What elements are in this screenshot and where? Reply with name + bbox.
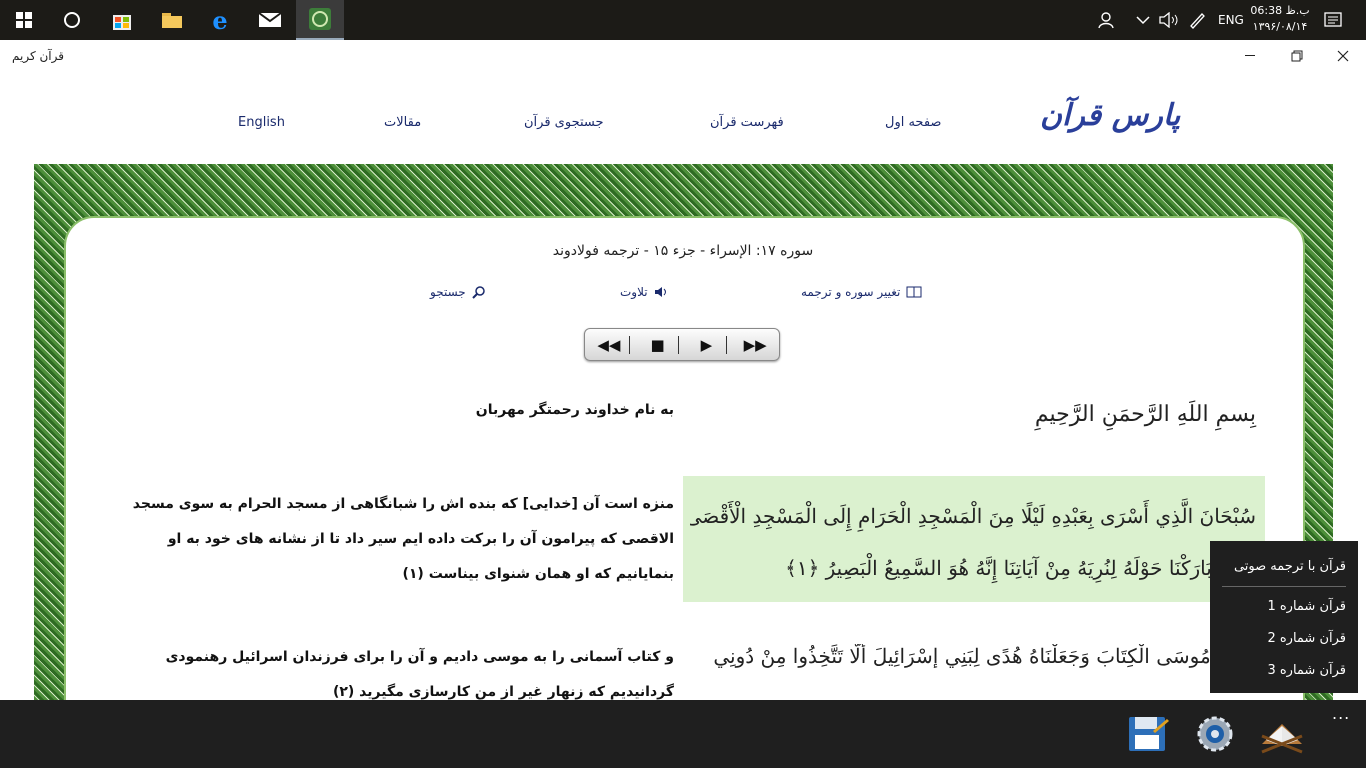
start-button[interactable] — [0, 0, 48, 40]
nav-english-link[interactable]: English — [238, 115, 285, 130]
magnifier-icon — [471, 286, 485, 299]
bismillah-arabic: بِسمِ اللَهِ الرَّحمَنِ الرَّحِيمِ — [1034, 402, 1256, 427]
change-label: تغییر سوره و ترجمه — [801, 285, 901, 299]
site-logo[interactable]: پارس قرآن — [1040, 98, 1180, 133]
search-label: جستجو — [430, 285, 466, 299]
menu-item-quran-3[interactable]: قرآن شماره 3 — [1222, 663, 1346, 678]
menu-item-quran-2[interactable]: قرآن شماره 2 — [1222, 631, 1346, 646]
menu-separator — [1222, 586, 1346, 587]
mail-button[interactable] — [246, 0, 294, 40]
app-command-bar: ... — [0, 700, 1366, 768]
floppy-disk-icon — [1129, 717, 1169, 751]
pen-icon[interactable] — [1188, 0, 1206, 40]
clock-time: 06:38 ب.ظ — [1250, 4, 1310, 17]
window-titlebar: قرآن کریم — [0, 40, 1366, 72]
edge-icon: e — [212, 5, 228, 35]
nav-articles-link[interactable]: مقالات — [384, 115, 421, 130]
quran-app-taskbar-button[interactable] — [296, 0, 344, 40]
nav-search-link[interactable]: جستجوی قرآن — [524, 115, 604, 130]
nav-home-link[interactable]: صفحه اول — [885, 115, 941, 130]
window-title: قرآن کریم — [12, 49, 64, 63]
more-options-button[interactable]: ... — [1332, 704, 1350, 723]
search-link[interactable]: جستجو — [430, 285, 486, 299]
volume-icon[interactable] — [1158, 0, 1180, 40]
minimize-button[interactable] — [1228, 40, 1274, 72]
settings-button[interactable] — [1193, 712, 1237, 756]
taskbar-clock[interactable]: 06:38 ب.ظ ۱۳۹۶/۰۸/۱۴ — [1250, 3, 1310, 35]
verse-1-arabic-line1: سُبْحَانَ الَّذِي أَسْرَى بِعَبْدِهِ لَي… — [690, 504, 1256, 528]
previous-button[interactable]: ◀◀ — [589, 335, 630, 354]
quran-book-button[interactable] — [1260, 712, 1304, 756]
cortana-circle-icon — [64, 12, 80, 28]
audio-translation-menu: قرآن با ترجمه صوتی قرآن شماره 1 قرآن شما… — [1210, 541, 1358, 693]
windows-taskbar: e ENG 06:38 ب.ظ ۱۳۹۶/۰۸/۱۴ — [0, 0, 1366, 40]
restore-button[interactable] — [1274, 40, 1320, 72]
gear-icon — [1197, 716, 1233, 752]
cortana-button[interactable] — [48, 0, 96, 40]
nav-index-link[interactable]: فهرست قرآن — [710, 115, 784, 130]
verse-2-translation: و کتاب آسمانی را به موسی دادیم و آن را ب… — [165, 649, 674, 700]
recite-label: تلاوت — [620, 285, 648, 299]
clock-date: ۱۳۹۶/۰۸/۱۴ — [1252, 20, 1308, 33]
store-button[interactable] — [98, 0, 146, 40]
store-bag-icon — [113, 15, 131, 30]
mail-envelope-icon — [258, 12, 282, 27]
action-center-icon[interactable] — [1323, 0, 1343, 40]
change-surah-translation-link[interactable]: تغییر سوره و ترجمه — [801, 285, 922, 299]
people-icon[interactable] — [1098, 0, 1118, 40]
book-icon — [906, 286, 922, 298]
input-language[interactable]: ENG — [1218, 0, 1244, 40]
edge-button[interactable]: e — [196, 0, 244, 40]
quran-stand-icon — [1261, 724, 1303, 754]
surah-title: سوره ۱۷: الإسراء - جزء ۱۵ - ترجمه فولادو… — [552, 243, 814, 259]
windows-logo-icon — [16, 12, 32, 28]
close-icon — [1337, 50, 1349, 62]
verse-2-arabic: وَآتَيْنَا مُوسَى الْكِتَابَ وَجَعَلْنَا… — [713, 644, 1256, 668]
menu-header: قرآن با ترجمه صوتی — [1233, 559, 1346, 574]
save-button[interactable] — [1126, 712, 1170, 756]
file-explorer-button[interactable] — [148, 0, 196, 40]
folder-icon — [162, 13, 182, 28]
show-hidden-icons-chevron-icon[interactable] — [1136, 0, 1150, 40]
verse-1-arabic-line2: الَّذِي بَارَكْنَا حَوْلَهُ لِنُرِيَهُ م… — [785, 556, 1256, 580]
minimize-icon — [1245, 55, 1255, 56]
close-button[interactable] — [1320, 40, 1366, 72]
verse-1-arabic: سُبْحَانَ الَّذِي أَسْرَى بِعَبْدِهِ لَي… — [690, 490, 1256, 594]
play-button[interactable]: ▶ — [686, 335, 728, 354]
next-button[interactable]: ▶▶ — [735, 336, 775, 354]
content-panel — [64, 216, 1305, 704]
restore-icon — [1291, 50, 1303, 62]
verse-1-translation: منزه است آن [خدایی] که بنده اش را شبانگا… — [132, 496, 674, 582]
recite-link[interactable]: تلاوت — [620, 285, 668, 299]
menu-item-quran-1[interactable]: قرآن شماره 1 — [1222, 599, 1346, 614]
stop-button[interactable]: ■ — [638, 335, 679, 354]
speaker-icon — [654, 287, 666, 297]
audio-player: ◀◀ ■ ▶ ▶▶ — [584, 328, 780, 361]
bismillah-translation: به نام خداوند رحمتگر مهربان — [475, 402, 674, 418]
quran-app-icon — [309, 8, 331, 30]
